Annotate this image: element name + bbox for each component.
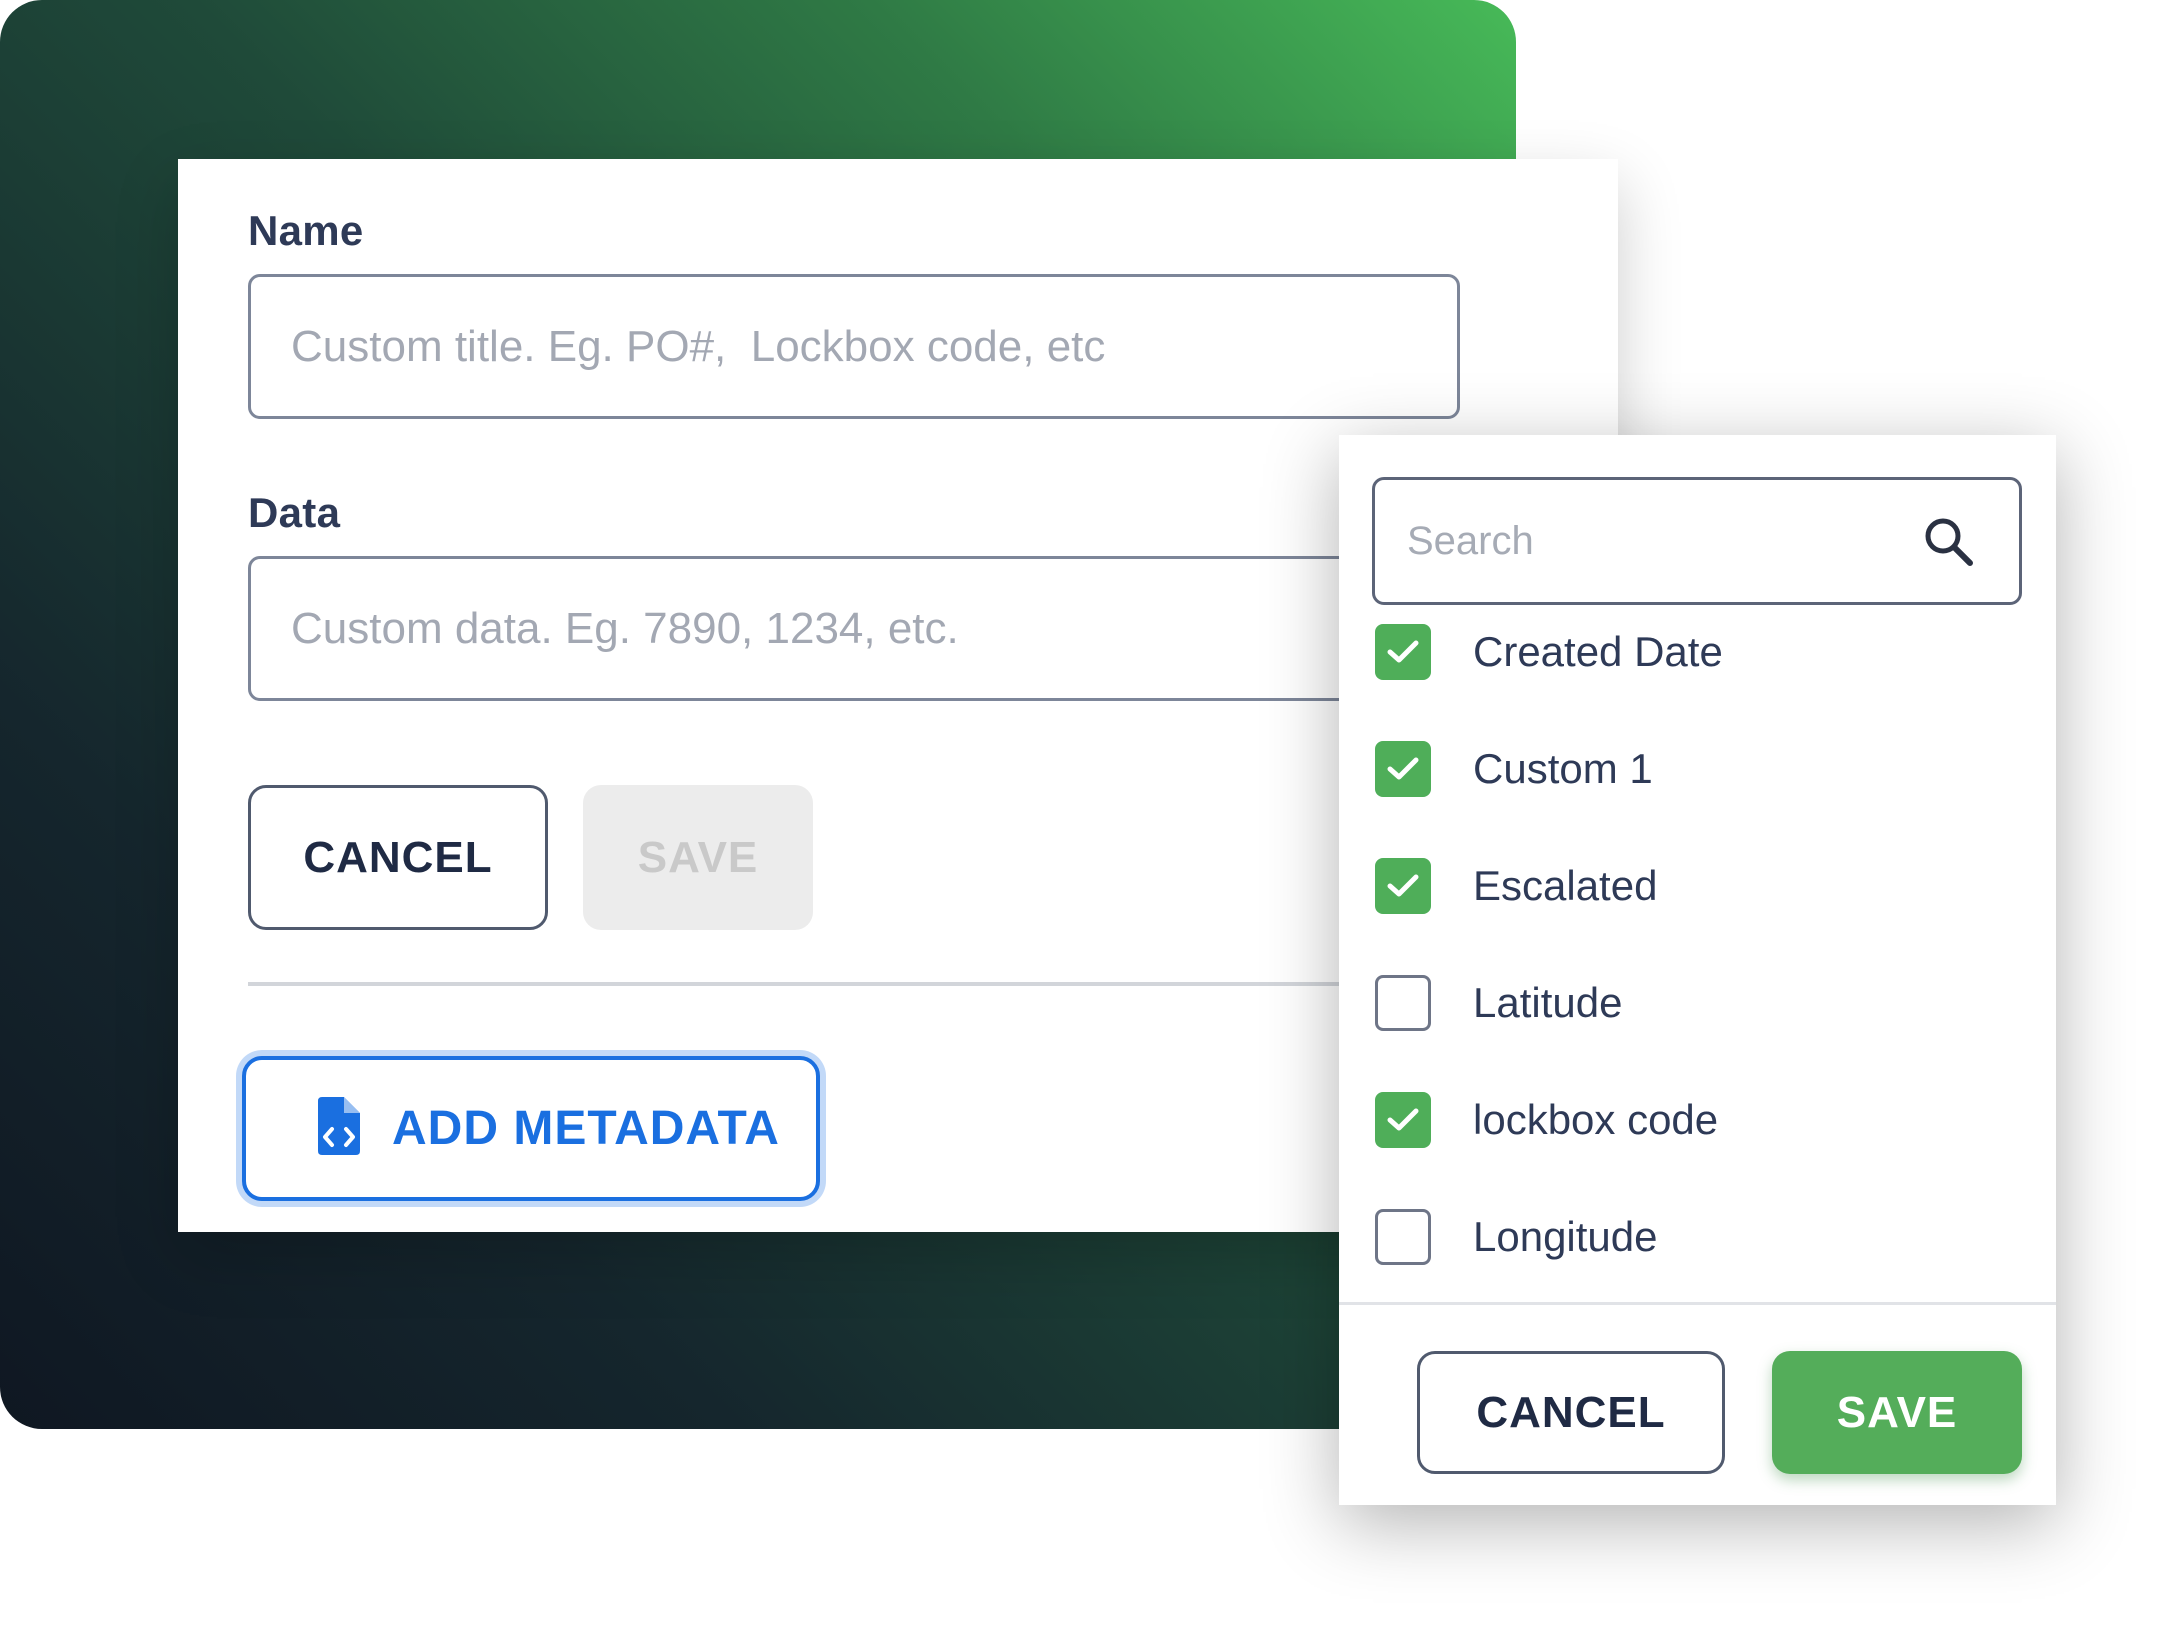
option-label: Created Date <box>1473 628 1723 675</box>
option-item[interactable]: lockbox code <box>1375 1080 1718 1160</box>
dropdown-save-button[interactable]: SAVE <box>1772 1351 2022 1474</box>
option-label: Latitude <box>1473 979 1623 1026</box>
check-icon <box>1387 874 1419 897</box>
search-input[interactable] <box>1375 480 1895 602</box>
add-metadata-label: ADD METADATA <box>392 1102 780 1155</box>
option-label: Custom 1 <box>1473 745 1653 792</box>
option-label: Escalated <box>1473 862 1658 909</box>
data-label: Data <box>248 489 341 536</box>
file-code-icon <box>314 1097 362 1160</box>
option-item[interactable]: Created Date <box>1375 612 1723 692</box>
name-input[interactable] <box>248 274 1460 419</box>
check-icon <box>1387 757 1419 780</box>
form-cancel-label: CANCEL <box>303 832 493 882</box>
column-picker-dropdown: Created Date Custom 1 Escalated Latitude <box>1339 435 2056 1505</box>
checkbox[interactable] <box>1375 1209 1431 1265</box>
search-field[interactable] <box>1372 477 2022 605</box>
option-label: Longitude <box>1473 1213 1658 1260</box>
option-item[interactable]: Custom 1 <box>1375 729 1653 809</box>
option-item[interactable]: Escalated <box>1375 846 1657 926</box>
checkbox[interactable] <box>1375 624 1431 680</box>
check-icon <box>1387 1108 1419 1131</box>
dropdown-cancel-button[interactable]: CANCEL <box>1417 1351 1725 1474</box>
option-item[interactable]: Latitude <box>1375 963 1622 1043</box>
form-save-label: SAVE <box>637 832 759 882</box>
add-metadata-button[interactable]: ADD METADATA <box>242 1056 820 1201</box>
check-icon <box>1387 640 1419 663</box>
search-icon[interactable] <box>1919 512 1979 572</box>
checkbox[interactable] <box>1375 741 1431 797</box>
checkbox[interactable] <box>1375 858 1431 914</box>
option-label: lockbox code <box>1473 1096 1719 1143</box>
form-cancel-button[interactable]: CANCEL <box>248 785 548 930</box>
dropdown-divider <box>1339 1302 2056 1305</box>
dropdown-cancel-label: CANCEL <box>1476 1387 1666 1437</box>
dropdown-save-label: SAVE <box>1836 1387 1958 1437</box>
name-label: Name <box>248 207 364 254</box>
form-divider <box>248 982 1460 986</box>
form-save-button[interactable]: SAVE <box>583 785 813 930</box>
data-input[interactable] <box>248 556 1460 701</box>
checkbox[interactable] <box>1375 1092 1431 1148</box>
option-item[interactable]: Longitude <box>1375 1197 1658 1277</box>
checkbox[interactable] <box>1375 975 1431 1031</box>
